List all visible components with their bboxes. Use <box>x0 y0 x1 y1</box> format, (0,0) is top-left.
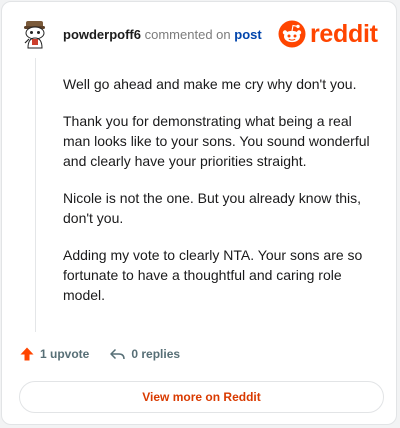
snoo-avatar-icon <box>19 17 51 49</box>
upvote-button[interactable]: 1 upvote <box>19 346 89 362</box>
avatar[interactable] <box>19 17 51 49</box>
comment-body: Well go ahead and make me cry why don't … <box>63 74 375 322</box>
comment-paragraph: Thank you for demonstrating what being a… <box>63 113 370 169</box>
reply-arrow-icon <box>110 348 126 360</box>
reddit-logo[interactable]: reddit <box>278 19 378 49</box>
snoo-logo-icon <box>278 20 306 48</box>
comment-paragraph: Well go ahead and make me cry why don't … <box>63 76 357 92</box>
reply-count: 0 replies <box>131 347 181 361</box>
comment-action-text: commented on <box>144 27 231 42</box>
thread-line <box>35 58 36 332</box>
comment-actions: 1 upvote 0 replies <box>19 346 180 362</box>
view-more-on-reddit-button[interactable]: View more on Reddit <box>19 381 384 413</box>
comment-paragraph: Nicole is not the one. But you already k… <box>63 190 362 226</box>
upvote-count: 1 upvote <box>40 347 90 361</box>
comment-header: powderpoff6 commented on post <box>63 27 262 43</box>
reddit-wordmark: reddit <box>310 20 378 48</box>
reply-button[interactable]: 0 replies <box>109 346 180 362</box>
comment-paragraph: Adding my vote to clearly NTA. Your sons… <box>63 247 363 303</box>
embedded-comment-card: powderpoff6 commented on post reddit Wel… <box>1 1 397 425</box>
post-link[interactable]: post <box>234 27 261 42</box>
upvote-arrow-icon <box>20 347 34 361</box>
username-link[interactable]: powderpoff6 <box>63 27 141 42</box>
